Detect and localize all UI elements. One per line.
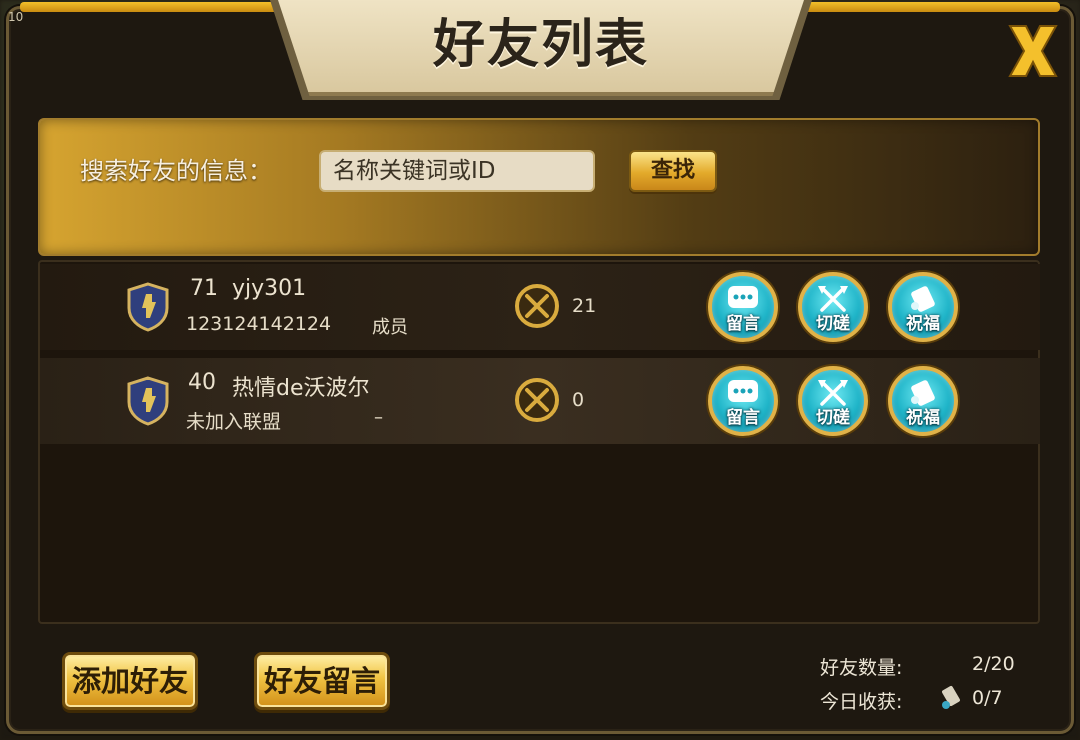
today-harvest-label: 今日收获:: [820, 691, 903, 713]
friend-count-value: 2/20: [972, 653, 1015, 675]
friend-message-button[interactable]: 好友留言: [254, 652, 390, 710]
friend-role: 成员: [372, 317, 408, 338]
message-button[interactable]: 留言: [708, 272, 778, 342]
top-gold-bar-right: [804, 2, 1060, 12]
message-button-label: 留言: [726, 408, 760, 428]
message-button[interactable]: 留言: [708, 366, 778, 436]
shield-badge-icon: [127, 376, 169, 426]
bless-button[interactable]: 祝福: [888, 366, 958, 436]
duel-button-label: 切磋: [816, 314, 850, 334]
add-friend-button[interactable]: 添加好友: [62, 652, 198, 710]
friend-power: 21: [572, 295, 597, 317]
crossed-swords-icon: [515, 284, 559, 328]
search-label: 搜索好友的信息：: [80, 157, 272, 185]
friend-guild: 未加入联盟: [186, 411, 282, 433]
close-button[interactable]: [1004, 22, 1062, 80]
shield-badge-icon: [127, 282, 169, 332]
friend-power: 0: [572, 389, 585, 411]
bless-button-label: 祝福: [906, 408, 940, 428]
scroll-icon: [942, 685, 960, 709]
duel-button[interactable]: 切磋: [798, 366, 868, 436]
message-button-label: 留言: [726, 314, 760, 334]
duel-button[interactable]: 切磋: [798, 272, 868, 342]
friend-role: –: [374, 407, 383, 428]
top-gold-bar-left: [20, 2, 278, 12]
window-title: 好友列表: [432, 15, 649, 75]
corner-level-label: 10: [8, 10, 24, 24]
duel-button-label: 切磋: [816, 408, 850, 428]
close-x-icon: [1008, 25, 1058, 77]
friend-level: 71: [190, 276, 218, 301]
search-input[interactable]: [319, 150, 595, 192]
bless-button[interactable]: 祝福: [888, 272, 958, 342]
search-button[interactable]: 查找: [629, 150, 717, 192]
today-harvest-value: 0/7: [972, 687, 1003, 709]
friend-name: yjy301: [232, 276, 307, 301]
friend-level: 40: [188, 370, 216, 395]
crossed-swords-icon: [515, 378, 559, 422]
friend-guild: 123124142124: [186, 313, 332, 335]
friend-name: 热情de沃波尔: [232, 376, 370, 401]
friend-count-label: 好友数量:: [820, 657, 903, 679]
bless-button-label: 祝福: [906, 314, 940, 334]
